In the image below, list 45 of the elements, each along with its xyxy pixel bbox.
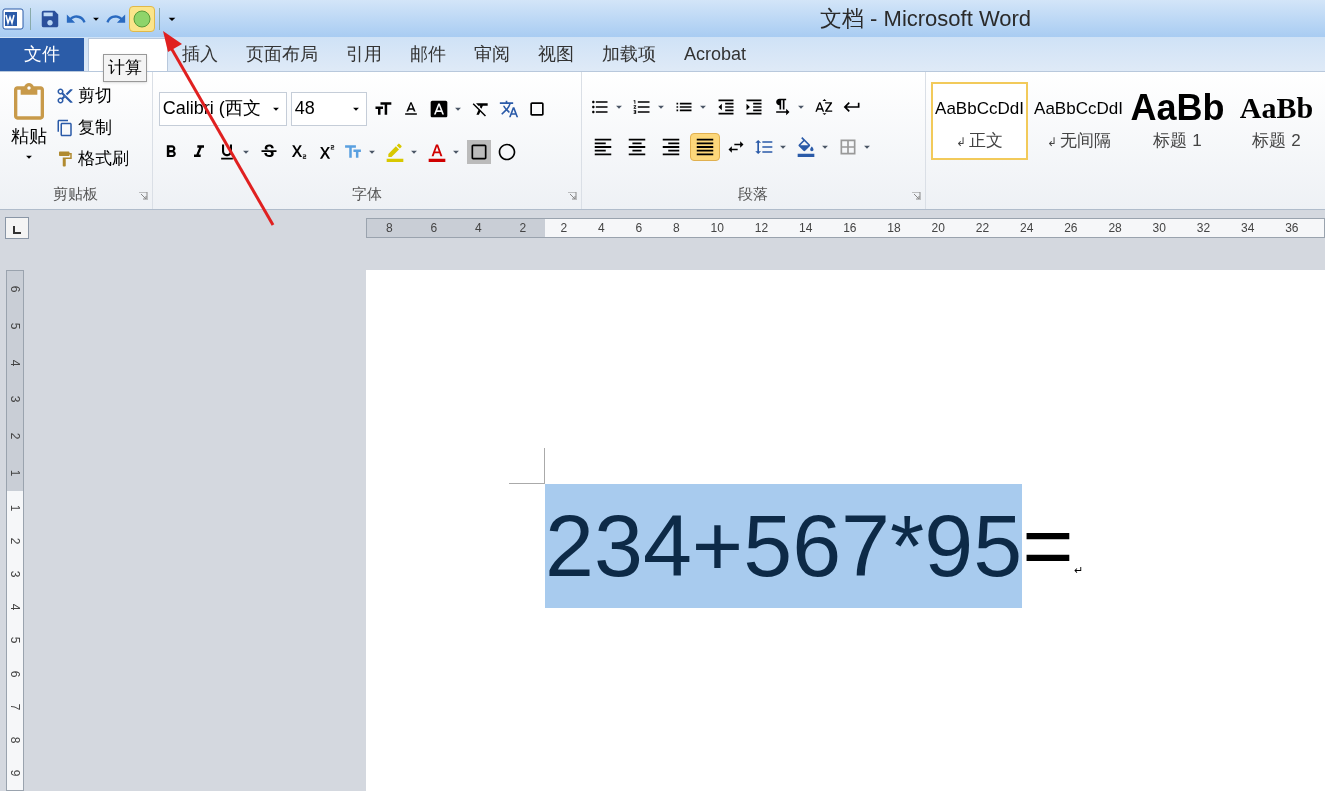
ruler-number: 32 bbox=[1196, 219, 1211, 237]
ruler-number: 14 bbox=[798, 219, 813, 237]
ruler-number: 24 bbox=[1019, 219, 1034, 237]
ruler-number: 2 bbox=[519, 219, 527, 237]
ruler-number: 6 bbox=[7, 286, 23, 293]
ruler-number: 18 bbox=[887, 219, 901, 237]
tooltip: 计算 bbox=[103, 54, 147, 82]
ruler-number: 5 bbox=[7, 637, 23, 644]
ruler-number: 36 bbox=[1285, 219, 1299, 237]
ruler-number: 6 bbox=[7, 670, 23, 678]
ruler-number: 4 bbox=[597, 219, 605, 237]
ruler-number: 28 bbox=[1108, 219, 1122, 237]
ruler-number: 8 bbox=[7, 736, 23, 744]
window-title: 文档 - Microsoft Word bbox=[820, 5, 1032, 33]
ruler-number: 6 bbox=[635, 219, 643, 237]
document-text: 234+567*95 bbox=[545, 484, 1023, 608]
ruler-number: 5 bbox=[7, 322, 23, 330]
ruler-number: 30 bbox=[1152, 219, 1166, 237]
ruler-number: 7 bbox=[7, 703, 23, 711]
ruler-number: 26 bbox=[1064, 219, 1078, 237]
ruler-number: 2 bbox=[7, 432, 23, 440]
ruler-number: 4 bbox=[474, 219, 482, 237]
ruler-number: 20 bbox=[931, 219, 945, 237]
ruler-number: 9 bbox=[7, 770, 23, 777]
ruler-number: 8 bbox=[385, 219, 393, 237]
ruler-number: 3 bbox=[7, 395, 23, 403]
paragraph-mark: ↵ bbox=[1073, 562, 1083, 578]
ruler-number: 1 bbox=[7, 469, 23, 476]
ruler-number: 2 bbox=[7, 537, 23, 545]
ruler-number: 16 bbox=[843, 219, 857, 237]
ruler-number: 1 bbox=[7, 504, 23, 511]
ruler-number: 22 bbox=[975, 219, 990, 237]
ruler-number: 4 bbox=[7, 359, 23, 366]
group-label: 字体 bbox=[350, 184, 383, 204]
group-label: 段落 bbox=[737, 184, 770, 204]
ruler-number: 6 bbox=[430, 219, 438, 237]
ruler-number: 8 bbox=[673, 219, 680, 237]
document-text: = bbox=[1022, 495, 1074, 597]
ruler-number: 10 bbox=[710, 219, 724, 237]
ruler-number: 4 bbox=[7, 603, 23, 611]
ruler-number: 2 bbox=[560, 219, 568, 237]
ruler-number: 12 bbox=[754, 219, 769, 237]
ruler-number: 3 bbox=[7, 570, 23, 578]
group-label: 剪贴板 bbox=[52, 184, 100, 204]
ruler-number: 34 bbox=[1241, 219, 1255, 237]
